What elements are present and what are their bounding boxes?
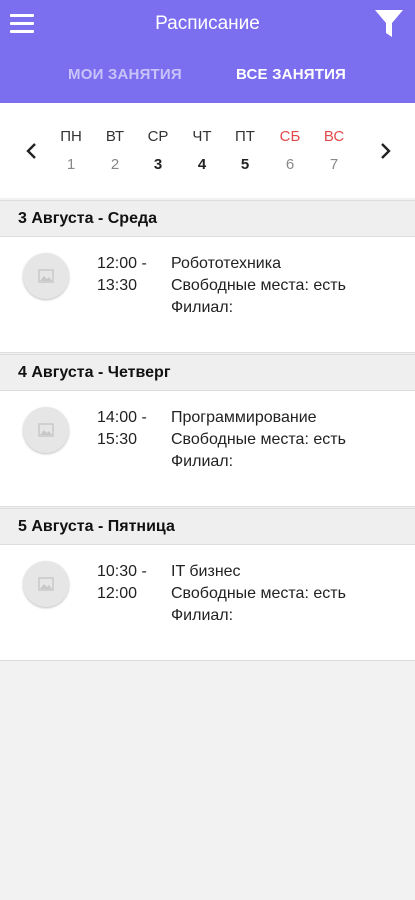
day-name: ПН [60,128,82,145]
lesson-info: IT бизнес Свободные места: есть Филиал: [171,561,346,627]
lesson-card[interactable]: 10:30 - 12:00 IT бизнес Свободные места:… [0,544,415,661]
date-section-header: 4 Августа - Четверг [0,354,415,390]
image-placeholder-icon [23,561,69,607]
day-name: ЧТ [192,128,212,145]
day-wednesday[interactable]: СР 3 [140,128,176,173]
lesson-end: 15:30 [97,431,138,448]
day-date: 5 [240,156,250,173]
tab-all-lessons[interactable]: ВСЕ ЗАНЯТИЯ [236,66,346,83]
lesson-seats: Свободные места: есть [171,277,346,294]
lesson-start: 10:30 - [97,563,147,580]
day-name: СР [147,128,169,145]
lesson-card[interactable]: 12:00 - 13:30 Робототехника Свободные ме… [0,236,415,353]
date-section-header: 5 Августа - Пятница [0,508,415,544]
date-section-header: 3 Августа - Среда [0,200,415,236]
day-date: 3 [153,156,163,173]
image-placeholder-icon [23,407,69,453]
lesson-time: 12:00 - 13:30 [97,253,147,297]
date-section-title: 5 Августа - Пятница [18,518,175,535]
day-name: СБ [279,128,301,145]
day-friday[interactable]: ПТ 5 [227,128,263,173]
day-sunday[interactable]: ВС 7 [316,128,352,173]
lesson-branch: Филиал: [171,607,234,624]
day-date: 1 [66,156,76,173]
day-date: 6 [285,156,295,173]
day-date: 4 [197,156,207,173]
lesson-name: IT бизнес [171,563,241,580]
day-name: ПТ [235,128,255,145]
image-placeholder-icon [23,253,69,299]
day-date: 2 [110,156,120,173]
lesson-branch: Филиал: [171,299,234,316]
chevron-left-icon[interactable] [24,141,40,161]
filter-icon[interactable] [374,8,404,40]
lesson-seats: Свободные места: есть [171,585,346,602]
week-selector: ПН 1 ВТ 2 СР 3 ЧТ 4 ПТ 5 СБ 6 ВС 7 [0,103,415,198]
lesson-time: 14:00 - 15:30 [97,407,147,451]
date-section-title: 4 Августа - Четверг [18,364,171,381]
empty-area [0,662,415,900]
day-thursday[interactable]: ЧТ 4 [184,128,220,173]
lesson-end: 13:30 [97,277,138,294]
lesson-name: Робототехника [171,255,281,272]
day-saturday[interactable]: СБ 6 [272,128,308,173]
lesson-end: 12:00 [97,585,138,602]
lesson-start: 12:00 - [97,255,147,272]
lesson-start: 14:00 - [97,409,147,426]
day-name: ВС [323,128,345,145]
tab-bar: МОИ ЗАНЯТИЯ ВСЕ ЗАНЯТИЯ [0,48,415,103]
lesson-card[interactable]: 14:00 - 15:30 Программирование Свободные… [0,390,415,507]
date-section-title: 3 Августа - Среда [18,210,158,227]
lesson-time: 10:30 - 12:00 [97,561,147,605]
lesson-info: Робототехника Свободные места: есть Фили… [171,253,346,319]
lesson-seats: Свободные места: есть [171,431,346,448]
lesson-branch: Филиал: [171,453,234,470]
day-name: ВТ [105,128,125,145]
day-monday[interactable]: ПН 1 [53,128,89,173]
lesson-name: Программирование [171,409,317,426]
page-title: Расписание [155,13,260,34]
tab-my-lessons[interactable]: МОИ ЗАНЯТИЯ [68,66,182,83]
day-tuesday[interactable]: ВТ 2 [97,128,133,173]
app-bar: Расписание [0,0,415,48]
chevron-right-icon[interactable] [377,141,393,161]
day-date: 7 [329,156,339,173]
lesson-info: Программирование Свободные места: есть Ф… [171,407,346,473]
